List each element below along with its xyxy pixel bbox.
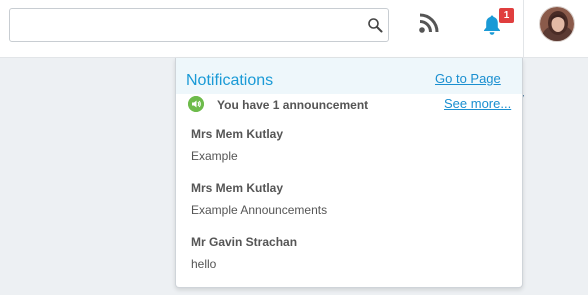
avatar-image [540, 7, 574, 41]
speaker-icon [188, 96, 204, 112]
notifications-dropdown: Notifications Go to Page You have 1 anno… [175, 58, 523, 288]
announcement-row[interactable]: You have 1 announcement [188, 96, 428, 112]
announcement-text: You have 1 announcement [217, 98, 369, 112]
divider [523, 0, 524, 58]
user-avatar[interactable] [539, 6, 575, 42]
notifications-header: Notifications Go to Page [176, 58, 522, 94]
notification-item[interactable]: Mrs Mem Kutlay Example [191, 127, 511, 171]
top-bar: 1 [0, 0, 588, 58]
notification-item[interactable]: Mr Gavin Strachan hello [191, 235, 511, 279]
notifications-button[interactable]: 1 [480, 8, 514, 40]
see-more-link[interactable]: See more... [444, 96, 511, 111]
go-to-page-link[interactable]: Go to Page [435, 71, 501, 86]
notification-sender: Mr Gavin Strachan [191, 235, 298, 249]
notification-sender: Mrs Mem Kutlay [191, 181, 284, 195]
notification-sender: Mrs Mem Kutlay [191, 127, 284, 141]
search-input[interactable] [10, 9, 360, 41]
rss-icon[interactable] [418, 12, 440, 34]
notification-message: Example [191, 149, 238, 163]
notification-message: Example Announcements [191, 203, 328, 217]
notifications-title: Notifications [186, 72, 274, 89]
notification-message: hello [191, 257, 217, 271]
notification-count-badge: 1 [499, 8, 514, 23]
notification-item[interactable]: Mrs Mem Kutlay Example Announcements [191, 181, 511, 225]
search-icon[interactable] [367, 17, 383, 33]
search-box[interactable] [9, 8, 389, 42]
